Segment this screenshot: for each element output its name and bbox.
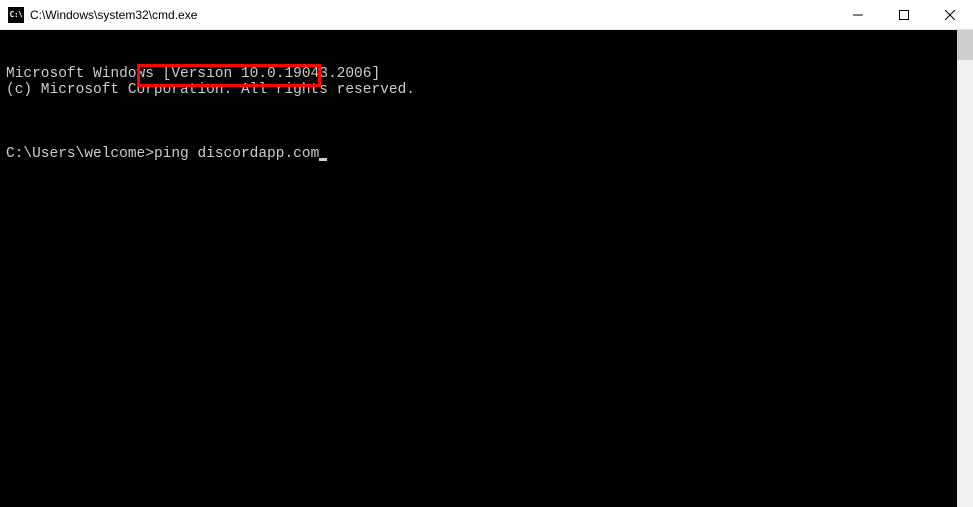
prompt-text: C:\Users\welcome> [6, 146, 154, 162]
vertical-scrollbar[interactable] [957, 30, 973, 507]
window-title: C:\Windows\system32\cmd.exe [30, 8, 835, 22]
terminal-output-line: (c) Microsoft Corporation. All rights re… [6, 82, 951, 98]
cmd-icon: C:\ [8, 7, 24, 23]
terminal-area[interactable]: Microsoft Windows [Version 10.0.19043.20… [0, 30, 973, 507]
terminal-content[interactable]: Microsoft Windows [Version 10.0.19043.20… [0, 30, 957, 507]
prompt-line: C:\Users\welcome>ping discordapp.com [6, 146, 951, 162]
cmd-icon-text: C:\ [10, 10, 23, 19]
minimize-button[interactable] [835, 0, 881, 30]
terminal-output-line: Microsoft Windows [Version 10.0.19043.20… [6, 66, 951, 82]
maximize-icon [899, 10, 909, 20]
close-button[interactable] [927, 0, 973, 30]
cmd-window: C:\ C:\Windows\system32\cmd.exe [0, 0, 973, 507]
cursor [319, 158, 327, 161]
window-controls [835, 0, 973, 29]
scrollbar-thumb[interactable] [957, 30, 973, 60]
maximize-button[interactable] [881, 0, 927, 30]
close-icon [945, 10, 955, 20]
titlebar[interactable]: C:\ C:\Windows\system32\cmd.exe [0, 0, 973, 30]
command-text: ping discordapp.com [154, 146, 319, 162]
minimize-icon [853, 10, 863, 20]
